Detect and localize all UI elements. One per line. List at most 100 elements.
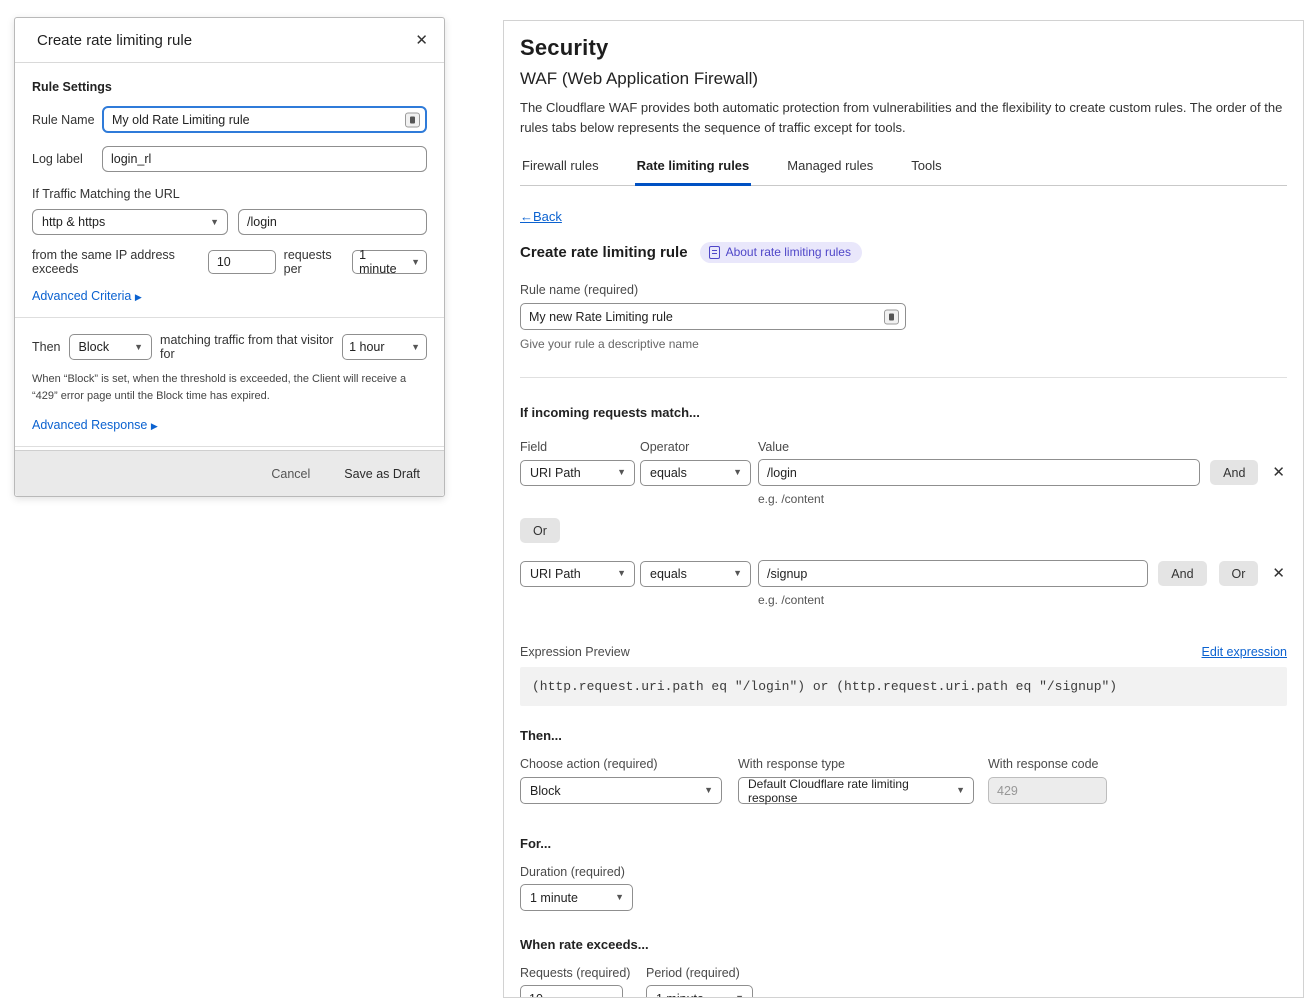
or-button[interactable]: Or: [1219, 561, 1259, 586]
response-type-select[interactable]: Default Cloudflare rate limiting respons…: [738, 777, 974, 804]
block-note: When “Block” is set, when the threshold …: [32, 371, 427, 405]
modal-body: Rule Settings Rule Name Log label If Tra…: [15, 63, 444, 450]
ban-duration-select[interactable]: 1 hour ▼: [342, 334, 427, 360]
threshold-prefix: from the same IP address exceeds: [32, 248, 200, 276]
divider: [520, 377, 1287, 378]
modal-title: Create rate limiting rule: [37, 32, 192, 49]
advanced-criteria-link[interactable]: Advanced Criteria ▶: [32, 289, 427, 303]
rule-name-helper: Give your rule a descriptive name: [520, 337, 1287, 351]
for-heading: For...: [520, 836, 1287, 851]
advanced-response-link[interactable]: Advanced Response ▶: [32, 418, 427, 432]
chevron-down-icon: ▼: [411, 258, 420, 267]
duration-select[interactable]: 1 minute ▼: [520, 884, 633, 911]
value-helper: e.g. /content: [758, 492, 1287, 506]
log-label-label: Log label: [32, 152, 102, 166]
chevron-down-icon: ▼: [210, 218, 219, 227]
choose-action-label: Choose action (required): [520, 757, 738, 771]
chevron-down-icon: ▼: [411, 343, 420, 352]
chevron-down-icon: ▼: [735, 994, 744, 998]
save-as-draft-button[interactable]: Save as Draft: [344, 467, 420, 481]
chevron-down-icon: ▼: [733, 468, 742, 477]
tab-managed-rules[interactable]: Managed rules: [785, 154, 875, 186]
back-link[interactable]: ←Back: [520, 209, 562, 224]
duration-label: Duration (required): [520, 865, 625, 879]
page-subtitle: WAF (Web Application Firewall): [520, 69, 1287, 89]
edit-expression-link[interactable]: Edit expression: [1202, 645, 1287, 659]
and-button[interactable]: And: [1158, 561, 1206, 586]
chevron-down-icon: ▼: [617, 468, 626, 477]
rule-name-input[interactable]: [102, 106, 427, 133]
or-button[interactable]: Or: [520, 518, 560, 543]
waf-tabs: Firewall rules Rate limiting rules Manag…: [520, 154, 1287, 186]
remove-condition-icon[interactable]: ✕: [1270, 566, 1287, 581]
expand-arrow-icon: ▶: [151, 421, 158, 431]
then-heading: Then...: [520, 728, 1287, 743]
action-select[interactable]: Block ▼: [520, 777, 722, 804]
back-arrow-icon: ←: [520, 209, 533, 224]
form-title: Create rate limiting rule: [520, 244, 688, 261]
modal-header: Create rate limiting rule ✕: [15, 18, 444, 63]
condition-column-labels: Field Operator Value: [520, 440, 1287, 454]
divider: [15, 446, 444, 447]
period-select[interactable]: 1 minute ▼: [352, 250, 427, 274]
and-button[interactable]: And: [1210, 460, 1258, 485]
rule-name-label: Rule name (required): [520, 283, 1287, 297]
log-label-input[interactable]: [102, 146, 427, 172]
expression-preview-code: (http.request.uri.path eq "/login") or (…: [520, 667, 1287, 706]
screen: Create rate limiting rule ✕ Rule Setting…: [0, 0, 1316, 1003]
operator-select[interactable]: equals ▼: [640, 460, 751, 486]
match-heading: If incoming requests match...: [520, 405, 1287, 420]
tab-firewall-rules[interactable]: Firewall rules: [520, 154, 601, 186]
page-title: Security: [520, 35, 1287, 61]
tab-rate-limiting-rules[interactable]: Rate limiting rules: [635, 154, 752, 186]
response-code-input: [988, 777, 1107, 804]
docs-icon: [709, 246, 720, 259]
condition-row: URI Path ▼ equals ▼ And ✕: [520, 459, 1287, 486]
page-description: The Cloudflare WAF provides both automat…: [520, 98, 1287, 137]
field-select[interactable]: URI Path ▼: [520, 460, 635, 486]
rule-settings-heading: Rule Settings: [32, 80, 427, 94]
scheme-select[interactable]: http & https ▼: [32, 209, 228, 235]
close-icon[interactable]: ✕: [415, 33, 428, 48]
security-waf-panel: Security WAF (Web Application Firewall) …: [503, 20, 1304, 998]
chevron-down-icon: ▼: [733, 569, 742, 578]
rate-heading: When rate exceeds...: [520, 937, 1287, 952]
remove-condition-icon[interactable]: ✕: [1270, 465, 1287, 480]
value-helper: e.g. /content: [758, 593, 1287, 607]
about-rate-limiting-rules-badge[interactable]: About rate limiting rules: [700, 242, 862, 263]
period-label: Period (required): [646, 966, 740, 980]
traffic-match-label: If Traffic Matching the URL: [32, 187, 427, 201]
value-input[interactable]: [758, 560, 1148, 587]
chevron-down-icon: ▼: [617, 569, 626, 578]
rule-name-label: Rule Name: [32, 113, 102, 127]
condition-row: URI Path ▼ equals ▼ And Or ✕: [520, 560, 1287, 587]
chevron-down-icon: ▼: [615, 893, 624, 902]
chevron-down-icon: ▼: [134, 343, 143, 352]
field-column-label: Field: [520, 440, 640, 454]
response-code-label: With response code: [988, 757, 1188, 771]
chevron-down-icon: ▼: [704, 786, 713, 795]
threshold-input[interactable]: [208, 250, 276, 274]
value-input[interactable]: [758, 459, 1200, 486]
threshold-middle: requests per: [284, 248, 344, 276]
requests-input[interactable]: [520, 985, 623, 998]
cancel-button[interactable]: Cancel: [271, 467, 310, 481]
expand-arrow-icon: ▶: [135, 292, 142, 302]
action-select[interactable]: Block ▼: [69, 334, 153, 360]
tab-tools[interactable]: Tools: [909, 154, 943, 186]
chevron-down-icon: ▼: [956, 786, 965, 795]
url-input[interactable]: [238, 209, 427, 235]
create-rate-limit-modal: Create rate limiting rule ✕ Rule Setting…: [14, 17, 445, 497]
autofill-extension-icon[interactable]: [884, 309, 899, 324]
autofill-extension-icon[interactable]: [405, 112, 420, 127]
divider: [15, 317, 444, 318]
operator-select[interactable]: equals ▼: [640, 561, 751, 587]
requests-label: Requests (required): [520, 966, 633, 980]
then-label: Then: [32, 340, 61, 354]
rule-name-input[interactable]: [520, 303, 906, 330]
field-select[interactable]: URI Path ▼: [520, 561, 635, 587]
then-middle: matching traffic from that visitor for: [160, 333, 334, 361]
period-select[interactable]: 1 minute ▼: [646, 985, 753, 998]
operator-column-label: Operator: [640, 440, 758, 454]
expression-preview-label: Expression Preview: [520, 645, 630, 659]
